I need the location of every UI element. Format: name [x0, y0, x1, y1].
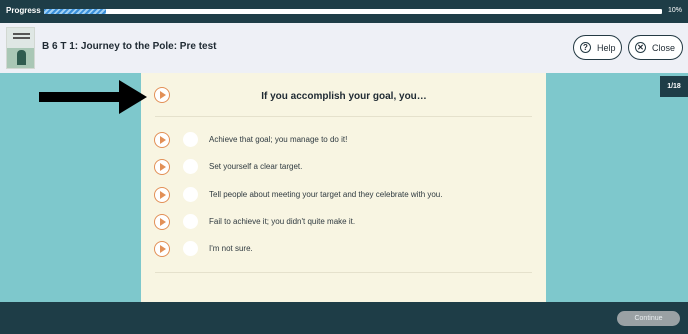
answer-option[interactable]: Fail to achieve it; you didn't quite mak… — [154, 213, 534, 231]
progress-fill — [44, 9, 106, 14]
question-counter: 1/18 — [660, 76, 688, 97]
answer-option[interactable]: Tell people about meeting your target an… — [154, 186, 534, 204]
page-title: B 6 T 1: Journey to the Pole: Pre test — [42, 41, 217, 52]
radio-button[interactable] — [183, 214, 198, 229]
black-arrow-right — [39, 80, 147, 114]
radio-button[interactable] — [183, 132, 198, 147]
play-audio-icon[interactable] — [154, 241, 170, 257]
progress-bar-area: Progress 10% — [0, 0, 688, 23]
question-text: If you accomplish your goal, you… — [261, 91, 427, 102]
option-label: Tell people about meeting your target an… — [209, 190, 443, 199]
radio-button[interactable] — [183, 241, 198, 256]
book-cover-thumbnail — [6, 27, 35, 69]
progress-track — [44, 9, 662, 14]
play-audio-icon[interactable] — [154, 132, 170, 148]
progress-percent: 10% — [668, 7, 683, 14]
play-audio-icon[interactable] — [154, 159, 170, 175]
radio-button[interactable] — [183, 187, 198, 202]
option-label: Achieve that goal; you manage to do it! — [209, 135, 348, 144]
help-button[interactable]: ? Help — [573, 35, 622, 60]
footer — [0, 302, 688, 334]
divider — [155, 272, 532, 273]
option-label: I'm not sure. — [209, 244, 253, 253]
close-label: Close — [652, 42, 676, 53]
option-label: Fail to achieve it; you didn't quite mak… — [209, 217, 356, 226]
answer-option[interactable]: I'm not sure. — [154, 240, 534, 258]
close-button[interactable]: ✕ Close — [628, 35, 683, 60]
play-audio-icon[interactable] — [154, 87, 170, 103]
answer-option[interactable]: Set yourself a clear target. — [154, 158, 534, 176]
play-audio-icon[interactable] — [154, 214, 170, 230]
continue-button[interactable]: Continue — [617, 311, 680, 326]
help-label: Help — [597, 42, 616, 53]
question-circle-icon: ? — [580, 42, 591, 53]
answer-option[interactable]: Achieve that goal; you manage to do it! — [154, 131, 534, 149]
progress-label: Progress — [6, 6, 41, 15]
radio-button[interactable] — [183, 159, 198, 174]
play-audio-icon[interactable] — [154, 187, 170, 203]
x-circle-icon: ✕ — [635, 42, 646, 53]
option-label: Set yourself a clear target. — [209, 162, 303, 171]
divider — [155, 116, 532, 117]
